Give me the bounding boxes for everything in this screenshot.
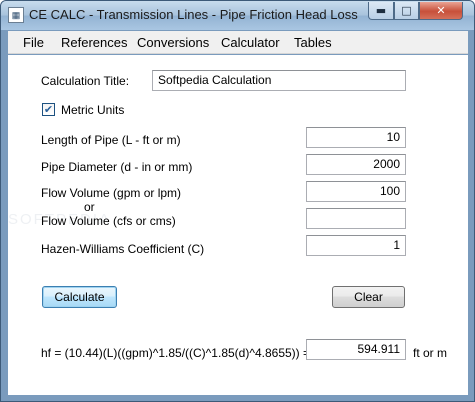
metric-units-checkbox[interactable]: ✔ [42,103,55,116]
menu-bar: File References Conversions Calculator T… [8,31,468,54]
window-title: CE CALC - Transmission Lines - Pipe Fric… [29,7,358,22]
or-label: or [84,200,95,214]
pipe-diameter-label: Pipe Diameter (d - in or mm) [41,160,193,174]
menu-calculator[interactable]: Calculator [221,35,280,50]
hazen-williams-input[interactable]: 1 [306,235,406,256]
calculate-button[interactable]: Calculate [42,286,117,308]
app-window: ▦ CE CALC - Transmission Lines - Pipe Fr… [0,0,475,402]
formula-label: hf = (10.44)(L)((gpm)^1.85/((C)^1.85(d)^… [41,346,310,360]
flow-volume-gpm-label: Flow Volume (gpm or lpm) [41,186,182,200]
metric-units-label: Metric Units [61,103,125,117]
form-panel: SOFTPEDIA Calculation Title: Softpedia C… [8,55,468,395]
title-bar[interactable]: ▦ CE CALC - Transmission Lines - Pipe Fr… [1,1,474,30]
flow-volume-cfs-input[interactable] [306,208,406,229]
maximize-icon[interactable]: □ [394,2,419,20]
hazen-williams-label: Hazen-Williams Coefficient (C) [41,242,205,256]
result-unit-label: ft or m [413,346,448,360]
calculation-title-label: Calculation Title: [41,74,130,88]
calculation-title-input[interactable]: Softpedia Calculation [152,70,406,91]
pipe-diameter-input[interactable]: 2000 [306,154,406,175]
pipe-length-label: Length of Pipe (L - ft or m) [41,133,181,147]
menu-file[interactable]: File [23,35,44,50]
minimize-icon[interactable]: ▬ [368,2,394,20]
flow-volume-gpm-input[interactable]: 100 [306,181,406,202]
calc-icon[interactable]: ▦ [8,7,24,23]
flow-volume-cfs-label: Flow Volume (cfs or cms) [41,214,176,228]
menu-conversions[interactable]: Conversions [137,35,209,50]
menu-references[interactable]: References [61,35,127,50]
pipe-length-input[interactable]: 10 [306,127,406,148]
close-icon[interactable]: ✕ [419,2,463,20]
clear-button[interactable]: Clear [332,286,405,308]
result-output[interactable]: 594.911 [306,339,406,360]
menu-tables[interactable]: Tables [294,35,332,50]
